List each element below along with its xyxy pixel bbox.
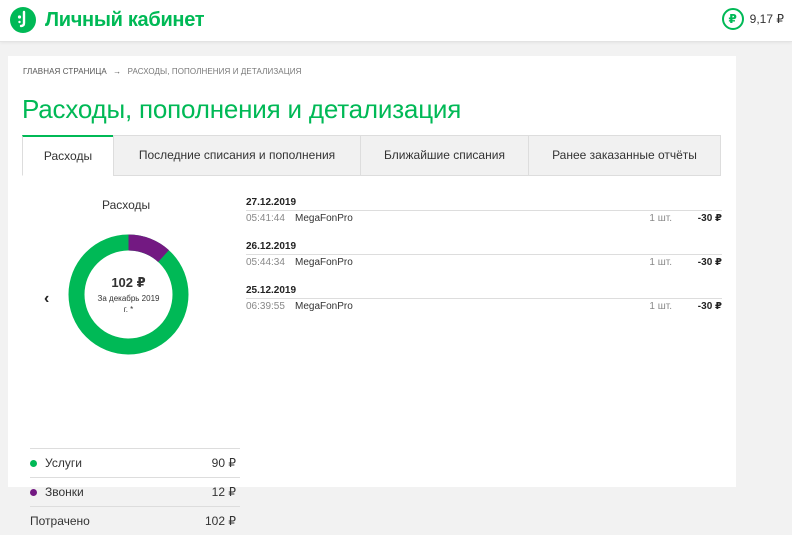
tab-expenses[interactable]: Расходы xyxy=(22,135,114,176)
transaction-time: 06:39:55 xyxy=(246,301,285,312)
transactions-list: 27.12.2019 05:41:44 MegaFonPro 1 шт. -30… xyxy=(246,196,722,328)
legend-value: 90 ₽ xyxy=(211,456,236,470)
transaction-amount: -30 ₽ xyxy=(697,301,722,312)
transaction-time: 05:44:34 xyxy=(246,257,285,268)
ruble-icon: ₽ xyxy=(721,8,744,30)
transaction-row[interactable]: 06:39:55 MegaFonPro 1 шт. -30 ₽ xyxy=(246,298,722,314)
legend-row-calls: Звонки 12 ₽ xyxy=(30,477,240,506)
transaction-amount: -30 ₽ xyxy=(697,213,722,224)
transaction-row[interactable]: 05:44:34 MegaFonPro 1 шт. -30 ₽ xyxy=(246,254,722,270)
page-title: Расходы, пополнения и детализация xyxy=(22,94,462,124)
legend-value: 12 ₽ xyxy=(211,485,236,499)
day-group: 27.12.2019 05:41:44 MegaFonPro 1 шт. -30… xyxy=(246,196,722,240)
breadcrumb-separator: → xyxy=(113,67,122,76)
donut-center: 102 ₽ За декабрь 2019 г. * xyxy=(66,232,191,357)
transaction-amount: -30 ₽ xyxy=(697,257,722,268)
transaction-service: MegaFonPro xyxy=(295,213,353,224)
balance-widget[interactable]: ₽ 9,17 ₽ xyxy=(721,8,784,30)
balance-value: 9,17 ₽ xyxy=(749,12,784,26)
main-card: ГЛАВНАЯ СТРАНИЦА → РАСХОДЫ, ПОПОЛНЕНИЯ И… xyxy=(8,56,736,528)
summary-title: Расходы xyxy=(102,198,151,212)
calls-dot-icon xyxy=(30,488,37,496)
donut-total: 102 ₽ xyxy=(111,274,146,290)
transaction-qty: 1 шт. xyxy=(649,257,672,268)
day-group: 25.12.2019 06:39:55 MegaFonPro 1 шт. -30… xyxy=(246,284,722,328)
top-bar: Личный кабинет ₽ 9,17 ₽ xyxy=(0,0,792,42)
tab-bar: Расходы Последние списания и пополнения … xyxy=(22,135,721,176)
legend-label: Услуги xyxy=(45,456,82,470)
previous-month-arrow-icon[interactable]: ‹ xyxy=(44,290,49,308)
transaction-qty: 1 шт. xyxy=(649,301,672,312)
day-date: 25.12.2019 xyxy=(246,285,297,296)
legend-total-value: 102 ₽ xyxy=(205,514,236,528)
legend-total-label: Потрачено xyxy=(30,514,90,528)
transaction-service: MegaFonPro xyxy=(295,301,353,312)
donut-period: За декабрь 2019 г. * xyxy=(97,293,160,314)
breadcrumb: ГЛАВНАЯ СТРАНИЦА → РАСХОДЫ, ПОПОЛНЕНИЯ И… xyxy=(23,67,301,76)
services-dot-icon xyxy=(30,459,37,467)
tab-upcoming-charges[interactable]: Ближайшие списания xyxy=(360,135,529,176)
transaction-service: MegaFonPro xyxy=(295,257,353,268)
transaction-time: 05:41:44 xyxy=(246,213,285,224)
day-date: 27.12.2019 xyxy=(246,197,297,208)
day-group: 26.12.2019 05:44:34 MegaFonPro 1 шт. -30… xyxy=(246,240,722,284)
tab-previous-reports[interactable]: Ранее заказанные отчёты xyxy=(528,135,721,176)
tab-recent-transactions[interactable]: Последние списания и пополнения xyxy=(113,135,361,176)
transaction-qty: 1 шт. xyxy=(649,213,672,224)
legend-name: Услуги xyxy=(30,456,82,470)
legend-name: Звонки xyxy=(30,485,84,499)
expenses-legend: Услуги 90 ₽ Звонки 12 ₽ Потрачено 102 ₽ xyxy=(30,448,240,535)
megafon-logo-icon[interactable] xyxy=(10,7,36,33)
breadcrumb-current: РАСХОДЫ, ПОПОЛНЕНИЯ И ДЕТАЛИЗАЦИЯ xyxy=(127,67,302,76)
breadcrumb-home[interactable]: ГЛАВНАЯ СТРАНИЦА xyxy=(23,67,107,76)
day-date: 26.12.2019 xyxy=(246,241,297,252)
brand-title[interactable]: Личный кабинет xyxy=(45,9,205,32)
transaction-row[interactable]: 05:41:44 MegaFonPro 1 шт. -30 ₽ xyxy=(246,210,722,226)
legend-row-total: Потрачено 102 ₽ xyxy=(30,506,240,535)
legend-row-services: Услуги 90 ₽ xyxy=(30,448,240,477)
legend-label: Звонки xyxy=(45,485,84,499)
